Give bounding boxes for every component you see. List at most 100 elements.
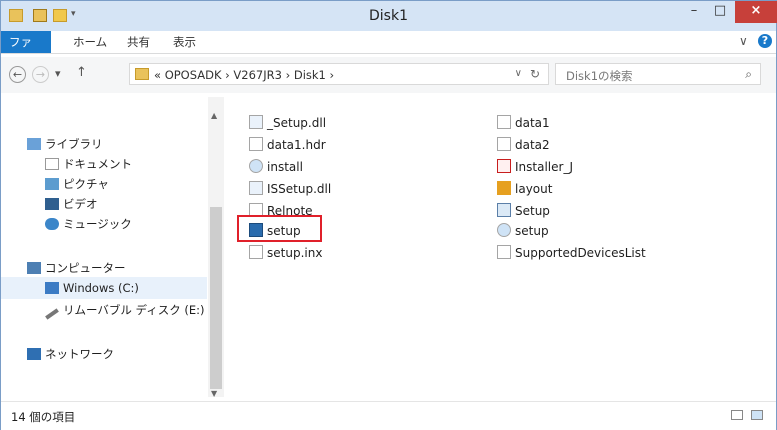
nav-item-label: ピクチャ [63,177,109,191]
scroll-up-icon[interactable]: ▲ [211,111,217,120]
library-icon [27,138,41,150]
file-item[interactable]: data1 [497,113,550,133]
file-item[interactable]: ISSetup.dll [249,179,331,199]
tab-file[interactable]: ファイル [1,31,51,71]
file-list: _Setup.dll data1.hdr install ISSetup.dll… [231,97,776,397]
address-dropdown-icon[interactable]: ∨ [515,68,522,79]
tab-home[interactable]: ホーム [65,31,115,53]
nav-item-label: ネットワーク [45,347,114,361]
minimize-button[interactable]: – [681,1,707,23]
ribbon-expand-icon[interactable]: ∨ [739,34,748,48]
file-item[interactable]: Setup [497,201,550,221]
nav-item-videos[interactable]: ビデオ [45,195,98,213]
nav-item-windows-c[interactable]: Windows (C:) [45,279,139,297]
dll-file-icon [249,181,263,195]
documents-icon [45,158,59,170]
nav-item-pictures[interactable]: ピクチャ [45,175,109,193]
nav-item-library[interactable]: ライブラリ [27,135,103,153]
pdf-file-icon [497,159,511,173]
file-name: data1.hdr [267,138,326,152]
nav-item-label: ビデオ [63,197,98,211]
scrollbar-thumb[interactable] [210,207,222,389]
file-name: install [267,160,303,174]
file-item[interactable]: Installer_J [497,157,573,177]
highlight-box [237,215,322,242]
navigation-bar: ← → ▾ ↑ « OPOSADK › V267JR3 › Disk1 › ∨ … [1,57,776,93]
videos-icon [45,198,59,210]
large-icons-view-icon[interactable] [751,410,763,420]
window-title: Disk1 [369,8,408,24]
network-icon [27,348,41,360]
item-count: 14 個の項目 [11,410,76,424]
image-file-icon [497,203,511,217]
file-name: _Setup.dll [267,116,327,130]
config-file-icon [249,159,263,173]
config-file-icon [497,223,511,237]
maximize-button[interactable]: □ [707,1,733,23]
file-icon [249,245,263,259]
dll-file-icon [249,115,263,129]
removable-disk-icon [45,308,59,320]
file-item[interactable]: SupportedDevicesList [497,243,646,263]
scroll-down-icon[interactable]: ▼ [211,389,217,398]
nav-item-label: ライブラリ [45,137,103,151]
layout-file-icon [497,181,511,195]
nav-item-label: ミュージック [63,217,132,231]
back-button[interactable]: ← [9,66,26,83]
nav-item-computer[interactable]: コンピューター [27,259,126,277]
file-icon [497,115,511,129]
file-name: data2 [515,138,550,152]
navigation-pane: ライブラリ ドキュメント ピクチャ ビデオ ミュージック コンピューター Win… [1,97,211,397]
close-button[interactable]: × [735,1,777,23]
refresh-icon[interactable]: ↻ [530,67,540,81]
file-name: SupportedDevicesList [515,246,646,260]
address-bar[interactable]: « OPOSADK › V267JR3 › Disk1 › ∨ ↻ [129,63,549,85]
drive-icon [45,282,59,294]
file-item[interactable]: layout [497,179,552,199]
help-icon[interactable]: ? [758,34,772,48]
nav-item-label: ドキュメント [63,157,132,171]
search-icon[interactable]: ⌕ [745,67,752,82]
up-button[interactable]: ↑ [76,65,87,80]
nav-pane-scrollbar[interactable]: ▲ ▼ [208,97,224,398]
file-item[interactable]: setup [497,221,549,241]
file-name: ISSetup.dll [267,182,332,196]
file-icon [497,137,511,151]
details-view-icon[interactable] [731,410,743,420]
search-input[interactable]: Disk1の検索 [566,68,633,84]
nav-item-documents[interactable]: ドキュメント [45,155,132,173]
music-icon [45,218,59,230]
status-bar: 14 個の項目 [1,401,776,430]
file-name: Installer_J [515,160,573,174]
nav-item-label: リムーバブル ディスク (E:) [63,303,205,317]
nav-item-label: コンピューター [45,261,126,275]
file-name: layout [515,182,553,196]
forward-button[interactable]: → [32,66,49,83]
tab-share[interactable]: 共有 [119,31,158,53]
nav-item-network[interactable]: ネットワーク [27,345,114,363]
file-icon [249,137,263,151]
file-name: setup [515,224,549,238]
file-icon [497,245,511,259]
folder-icon [135,68,149,80]
file-item[interactable]: _Setup.dll [249,113,326,133]
file-item[interactable]: setup.inx [249,243,322,263]
pictures-icon [45,178,59,190]
nav-item-removable-e[interactable]: リムーバブル ディスク (E:) [45,301,205,320]
ribbon-tabs: ファイル ホーム 共有 表示 ∨ ? [1,31,776,71]
file-name: data1 [515,116,550,130]
file-item[interactable]: install [249,157,303,177]
recent-locations-icon[interactable]: ▾ [55,67,61,80]
breadcrumb[interactable]: « OPOSADK › V267JR3 › Disk1 › [154,68,334,82]
nav-item-label: Windows (C:) [63,281,139,295]
title-bar: ▾ Disk1 – □ × [1,1,777,31]
file-item[interactable]: data2 [497,135,550,155]
computer-icon [27,262,41,274]
file-name: setup.inx [267,246,323,260]
search-box[interactable]: Disk1の検索 ⌕ [555,63,761,85]
nav-item-music[interactable]: ミュージック [45,215,132,233]
tab-view[interactable]: 表示 [165,31,204,53]
file-name: Setup [515,204,550,218]
explorer-window: ▾ Disk1 – □ × ファイル ホーム 共有 表示 ∨ ? ← → ▾ ↑… [0,0,777,430]
file-item[interactable]: data1.hdr [249,135,326,155]
